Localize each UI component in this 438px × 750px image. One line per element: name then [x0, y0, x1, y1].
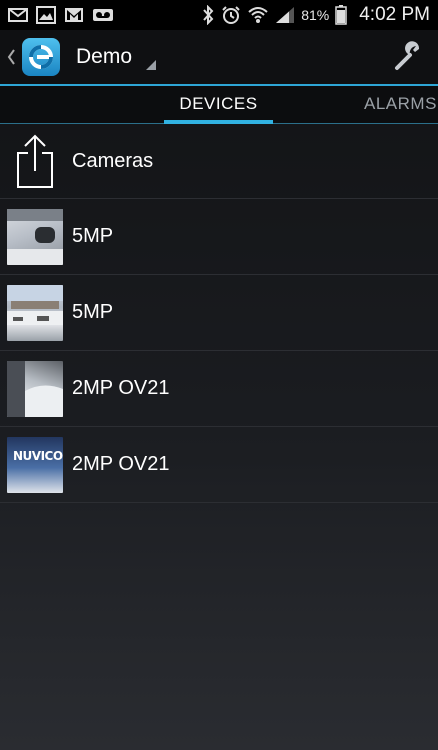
alarm-icon [221, 5, 241, 25]
device-label: 2MP OV21 [72, 377, 170, 399]
share-icon[interactable] [0, 133, 70, 189]
tab-devices[interactable]: DEVICES [164, 86, 273, 124]
system-icons: 81% 4:02 PM [201, 4, 430, 26]
battery-icon [335, 5, 347, 25]
device-list: Cameras 5MP 5MP 2MP OV21 NUVICO 2MP OV21 [0, 124, 438, 503]
voicemail-icon [92, 8, 114, 22]
list-item[interactable]: NUVICO 2MP OV21 [0, 427, 438, 503]
site-selector[interactable]: Demo [76, 29, 162, 85]
thumbnail-sign-text: NUVICO [13, 448, 63, 463]
signal-icon [275, 6, 295, 24]
spinner-triangle-icon [146, 57, 156, 75]
bluetooth-icon [201, 5, 215, 25]
gmail-icon [64, 7, 84, 23]
camera-thumbnail [7, 284, 63, 341]
list-item[interactable]: 5MP [0, 275, 438, 351]
tab-bar: DEVICES ALARMS [0, 86, 438, 124]
tab-alarms[interactable]: ALARMS [364, 86, 438, 124]
notification-icons [8, 6, 114, 24]
back-chevron-icon[interactable] [2, 49, 20, 65]
clock: 4:02 PM [359, 4, 430, 25]
group-label: Cameras [72, 149, 154, 172]
site-title: Demo [76, 45, 133, 68]
cameras-group-header[interactable]: Cameras [0, 124, 438, 199]
status-bar: 81% 4:02 PM [0, 0, 438, 30]
device-label: 2MP OV21 [72, 453, 170, 475]
action-bar: Demo [0, 30, 438, 86]
camera-thumbnail: NUVICO [7, 436, 63, 493]
app-logo[interactable] [22, 38, 60, 76]
device-label: 5MP [72, 301, 114, 323]
list-item[interactable]: 2MP OV21 [0, 351, 438, 427]
camera-thumbnail [7, 208, 63, 265]
device-label: 5MP [72, 225, 114, 247]
camera-thumbnail [7, 360, 63, 417]
mail-icon [8, 7, 28, 23]
battery-percent: 81% [301, 7, 330, 23]
wifi-icon [247, 6, 269, 24]
image-icon [36, 6, 56, 24]
list-item[interactable]: 5MP [0, 199, 438, 275]
wrench-icon [393, 40, 425, 78]
settings-button[interactable] [392, 40, 426, 78]
